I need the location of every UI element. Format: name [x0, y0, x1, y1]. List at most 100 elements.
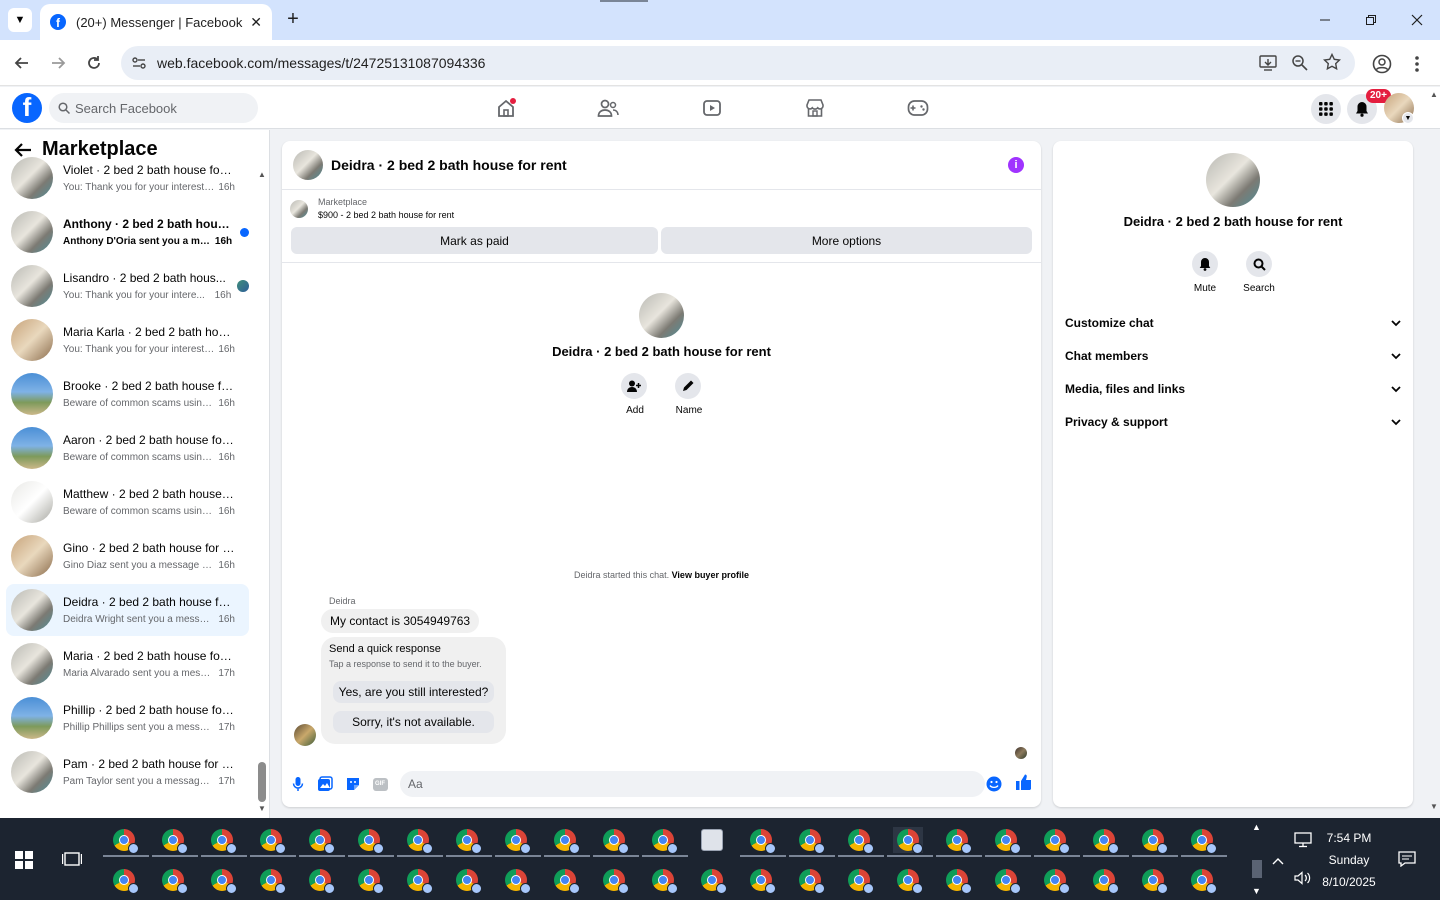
- profile-icon[interactable]: [1372, 54, 1392, 79]
- listing-info[interactable]: Marketplace $900 - 2 bed 2 bath house fo…: [290, 197, 454, 220]
- zoom-icon[interactable]: [1291, 54, 1309, 75]
- friends-icon[interactable]: [588, 95, 628, 121]
- message-bubble[interactable]: My contact is 3054949763: [321, 609, 480, 633]
- conversation-item[interactable]: Brooke · 2 bed 2 bath house for... Beware…: [6, 368, 249, 420]
- taskbar-chrome-icon[interactable]: [887, 827, 933, 857]
- page-scroll-down-icon[interactable]: ▼: [1430, 802, 1438, 811]
- scroll-up-icon[interactable]: ▲: [258, 170, 266, 179]
- taskbar-chrome-icon[interactable]: [103, 827, 149, 857]
- taskbar-chrome-icon[interactable]: [501, 867, 531, 894]
- taskbar-scroll-down-icon[interactable]: ▼: [1252, 886, 1261, 896]
- taskbar-chrome-icon[interactable]: [991, 867, 1021, 894]
- close-window-icon[interactable]: [1394, 0, 1440, 40]
- taskbar-chrome-icon[interactable]: [838, 827, 884, 857]
- taskbar-chrome-icon[interactable]: [642, 827, 688, 857]
- taskbar-chrome-icon[interactable]: [397, 827, 443, 857]
- taskbar-chrome-icon[interactable]: [1040, 867, 1070, 894]
- browser-tab[interactable]: f (20+) Messenger | Facebook ✕: [40, 4, 272, 40]
- conversation-item[interactable]: Anthony · 2 bed 2 bath house... Anthony D…: [6, 206, 249, 258]
- task-view-icon[interactable]: [61, 850, 83, 873]
- taskbar-chrome-icon[interactable]: [158, 867, 188, 894]
- details-section[interactable]: Media, files and links: [1065, 382, 1401, 396]
- home-icon[interactable]: [486, 95, 526, 121]
- marketplace-icon[interactable]: [795, 95, 835, 121]
- taskbar-chrome-icon[interactable]: [599, 867, 629, 894]
- tab-close-icon[interactable]: ✕: [250, 14, 262, 31]
- like-thumb-icon[interactable]: [1015, 774, 1031, 790]
- taskbar-chrome-icon[interactable]: [1083, 827, 1129, 857]
- microphone-icon[interactable]: [290, 776, 306, 792]
- page-scroll-up-icon[interactable]: ▲: [1430, 90, 1438, 99]
- chat-title[interactable]: Deidra · 2 bed 2 bath house for rent: [331, 157, 567, 173]
- facebook-logo-icon[interactable]: f: [12, 93, 42, 123]
- chat-avatar[interactable]: [293, 150, 323, 180]
- scroll-down-icon[interactable]: ▼: [258, 804, 266, 813]
- sticker-icon[interactable]: [345, 776, 361, 792]
- taskbar-chrome-icon[interactable]: [746, 867, 776, 894]
- taskbar-chrome-icon[interactable]: [207, 867, 237, 894]
- message-composer-input[interactable]: Aa: [400, 771, 985, 797]
- tray-chevron-icon[interactable]: [1272, 854, 1284, 868]
- menu-grid-icon[interactable]: [1311, 94, 1341, 124]
- conversation-item[interactable]: Maria Karla · 2 bed 2 bath hous... You: T…: [6, 314, 249, 366]
- taskbar-chrome-icon[interactable]: [452, 867, 482, 894]
- quick-reply-interested[interactable]: Yes, are you still interested?: [333, 681, 494, 703]
- taskbar-chrome-icon[interactable]: [1187, 867, 1217, 894]
- search-action[interactable]: Search: [1239, 251, 1279, 294]
- taskbar-chrome-icon[interactable]: [789, 827, 835, 857]
- details-section[interactable]: Privacy & support: [1065, 415, 1401, 429]
- taskbar-chrome-icon[interactable]: [648, 867, 678, 894]
- taskbar-chrome-icon[interactable]: [446, 827, 492, 857]
- site-settings-icon[interactable]: [131, 55, 147, 74]
- taskbar-chrome-icon[interactable]: [403, 867, 433, 894]
- taskbar-chrome-icon[interactable]: [795, 867, 825, 894]
- windows-start-icon[interactable]: [15, 851, 33, 874]
- more-options-button[interactable]: More options: [661, 227, 1032, 254]
- gaming-icon[interactable]: [898, 95, 938, 121]
- address-bar[interactable]: web.facebook.com/messages/t/247251310870…: [121, 46, 1355, 80]
- clock-time[interactable]: 7:54 PM: [1314, 831, 1384, 845]
- network-icon[interactable]: [1294, 832, 1312, 851]
- taskbar-chrome-icon[interactable]: [1089, 867, 1119, 894]
- taskbar-chrome-icon[interactable]: [299, 827, 345, 857]
- details-avatar[interactable]: [1206, 153, 1260, 207]
- mute-action[interactable]: Mute: [1190, 251, 1220, 294]
- taskbar-chrome-icon[interactable]: [1181, 827, 1227, 857]
- taskbar-chrome-icon[interactable]: [844, 867, 874, 894]
- photo-icon[interactable]: [317, 776, 333, 792]
- scrollbar-thumb[interactable]: [258, 762, 266, 802]
- back-arrow-icon[interactable]: [9, 50, 35, 76]
- conversation-item[interactable]: Matthew · 2 bed 2 bath house f... Beware …: [6, 476, 249, 528]
- install-app-icon[interactable]: [1259, 54, 1277, 75]
- name-action[interactable]: Name: [675, 373, 703, 416]
- bookmark-star-icon[interactable]: [1322, 52, 1342, 74]
- taskbar-chrome-icon[interactable]: [697, 867, 727, 894]
- notifications-center-icon[interactable]: [1398, 851, 1416, 870]
- taskbar-chrome-icon[interactable]: [256, 867, 286, 894]
- search-facebook-input[interactable]: Search Facebook: [49, 93, 258, 123]
- taskbar-scroll-thumb[interactable]: [1252, 860, 1262, 878]
- page-scrollbar[interactable]: ▲ ▼: [1428, 90, 1440, 818]
- center-avatar[interactable]: [639, 293, 684, 338]
- conversation-item[interactable]: Violet · 2 bed 2 bath house for ... You: …: [6, 152, 249, 204]
- taskbar-chrome-icon[interactable]: [305, 867, 335, 894]
- taskbar-chrome-icon[interactable]: [354, 867, 384, 894]
- conversation-item[interactable]: Lisandro · 2 bed 2 bath hous... You: Than…: [6, 260, 249, 312]
- taskbar-chrome-icon[interactable]: [109, 867, 139, 894]
- taskbar-chrome-icon[interactable]: [893, 867, 923, 894]
- taskbar-chrome-icon[interactable]: [936, 827, 982, 857]
- taskbar-chrome-icon[interactable]: [1132, 827, 1178, 857]
- taskbar-chrome-icon[interactable]: [495, 827, 541, 857]
- sender-avatar[interactable]: [294, 724, 316, 746]
- taskbar-app-generic-icon[interactable]: [697, 827, 727, 853]
- tab-list-chevron-icon[interactable]: ▼: [8, 8, 32, 32]
- add-people-action[interactable]: Add: [621, 373, 649, 416]
- pencil-icon[interactable]: [675, 373, 701, 399]
- taskbar-chrome-icon[interactable]: [593, 827, 639, 857]
- info-icon[interactable]: i: [1008, 157, 1024, 173]
- volume-icon[interactable]: [1294, 871, 1312, 888]
- view-buyer-profile-link[interactable]: View buyer profile: [672, 570, 749, 580]
- taskbar-chrome-icon[interactable]: [544, 827, 590, 857]
- conversation-item[interactable]: Aaron · 2 bed 2 bath house for ... Beware…: [6, 422, 249, 474]
- forward-arrow-icon[interactable]: [45, 50, 71, 76]
